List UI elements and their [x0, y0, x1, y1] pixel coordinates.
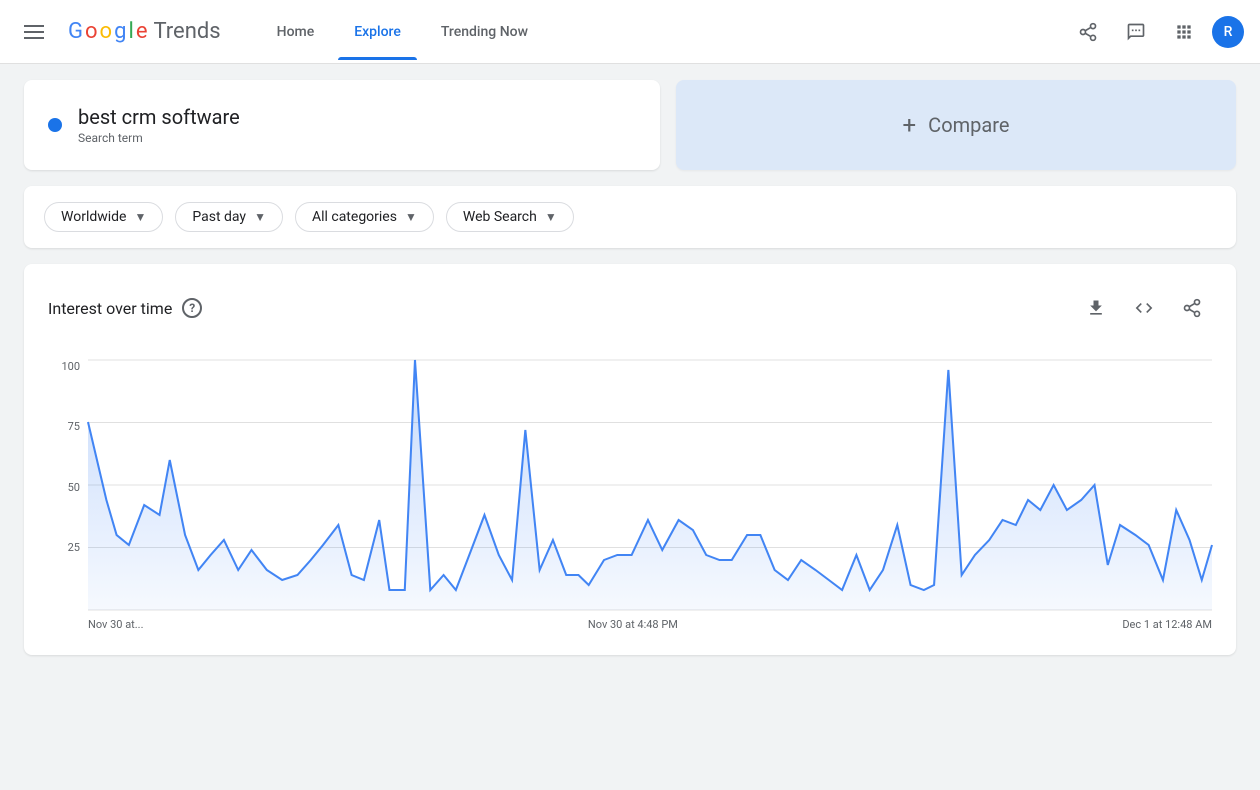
interest-over-time-card: Interest over time ? [24, 264, 1236, 655]
search-term-text: best crm software [78, 105, 240, 129]
share-icon [1078, 22, 1098, 42]
apps-icon [1174, 22, 1194, 42]
x-axis-labels: Nov 30 at... Nov 30 at 4:48 PM Dec 1 at … [88, 614, 1212, 631]
download-icon [1086, 298, 1106, 318]
search-text-group: best crm software Search term [78, 105, 240, 145]
search-compare-row: best crm software Search term + Compare [24, 80, 1236, 170]
search-type-filter-label: Web Search [463, 209, 537, 225]
header-left: Google Trends Home Explore Trending Now [16, 4, 544, 60]
apps-icon-button[interactable] [1164, 12, 1204, 52]
nav-item-trending-now[interactable]: Trending Now [425, 4, 544, 60]
chart-container: 100 75 50 25 [48, 360, 1212, 631]
logo-letter-o1: o [85, 19, 98, 44]
filters-bar: Worldwide ▼ Past day ▼ All categories ▼ … [24, 186, 1236, 248]
geo-dropdown-arrow: ▼ [134, 210, 146, 224]
trend-line-chart [88, 360, 1212, 610]
nav-item-explore[interactable]: Explore [338, 4, 417, 60]
chart-share-button[interactable] [1172, 288, 1212, 328]
compare-card[interactable]: + Compare [676, 80, 1236, 170]
logo-letter-e: e [136, 19, 148, 44]
main-nav: Home Explore Trending Now [261, 4, 544, 60]
x-label-mid: Nov 30 at 4:48 PM [588, 618, 678, 631]
geo-filter[interactable]: Worldwide ▼ [44, 202, 163, 232]
compare-plus-icon: + [903, 111, 917, 139]
header-right: R [1068, 12, 1244, 52]
feedback-icon [1126, 22, 1146, 42]
header: Google Trends Home Explore Trending Now [0, 0, 1260, 64]
nav-item-home[interactable]: Home [261, 4, 331, 60]
share-icon-button[interactable] [1068, 12, 1108, 52]
compare-label-text: Compare [928, 113, 1009, 137]
logo-letter-g: G [68, 19, 83, 44]
chart-actions [1076, 288, 1212, 328]
chart-svg-area: Nov 30 at... Nov 30 at 4:48 PM Dec 1 at … [88, 360, 1212, 631]
logo-letter-g2: g [114, 19, 126, 44]
chart-title: Interest over time [48, 299, 172, 318]
search-term-card: best crm software Search term [24, 80, 660, 170]
chart-download-button[interactable] [1076, 288, 1116, 328]
x-label-start: Nov 30 at... [88, 618, 143, 631]
geo-filter-label: Worldwide [61, 209, 126, 225]
chart-share-icon [1182, 298, 1202, 318]
x-label-end: Dec 1 at 12:48 AM [1122, 618, 1212, 631]
main-content: best crm software Search term + Compare … [0, 64, 1260, 671]
feedback-icon-button[interactable] [1116, 12, 1156, 52]
y-label-100: 100 [61, 360, 80, 373]
search-type-filter[interactable]: Web Search ▼ [446, 202, 574, 232]
search-dot-indicator [48, 118, 62, 132]
time-filter[interactable]: Past day ▼ [175, 202, 283, 232]
logo-trends-text: Trends [153, 19, 220, 44]
time-dropdown-arrow: ▼ [254, 210, 266, 224]
category-filter[interactable]: All categories ▼ [295, 202, 434, 232]
chart-embed-button[interactable] [1124, 288, 1164, 328]
chart-header: Interest over time ? [48, 288, 1212, 328]
google-trends-logo: Google Trends [68, 19, 221, 44]
avatar[interactable]: R [1212, 16, 1244, 48]
chart-help-icon[interactable]: ? [182, 298, 202, 318]
time-filter-label: Past day [192, 209, 246, 225]
chart-body: 100 75 50 25 [48, 360, 1212, 631]
logo-letter-l: l [128, 19, 133, 44]
search-type-label: Search term [78, 131, 240, 145]
embed-icon [1134, 298, 1154, 318]
y-label-75: 75 [68, 420, 80, 433]
hamburger-menu[interactable] [16, 17, 52, 47]
y-label-50: 50 [68, 481, 80, 494]
category-dropdown-arrow: ▼ [405, 210, 417, 224]
logo-letter-o2: o [100, 19, 113, 44]
chart-title-row: Interest over time ? [48, 298, 202, 318]
search-type-dropdown-arrow: ▼ [545, 210, 557, 224]
y-label-25: 25 [68, 541, 80, 554]
category-filter-label: All categories [312, 209, 397, 225]
y-axis-labels: 100 75 50 25 [48, 360, 88, 601]
